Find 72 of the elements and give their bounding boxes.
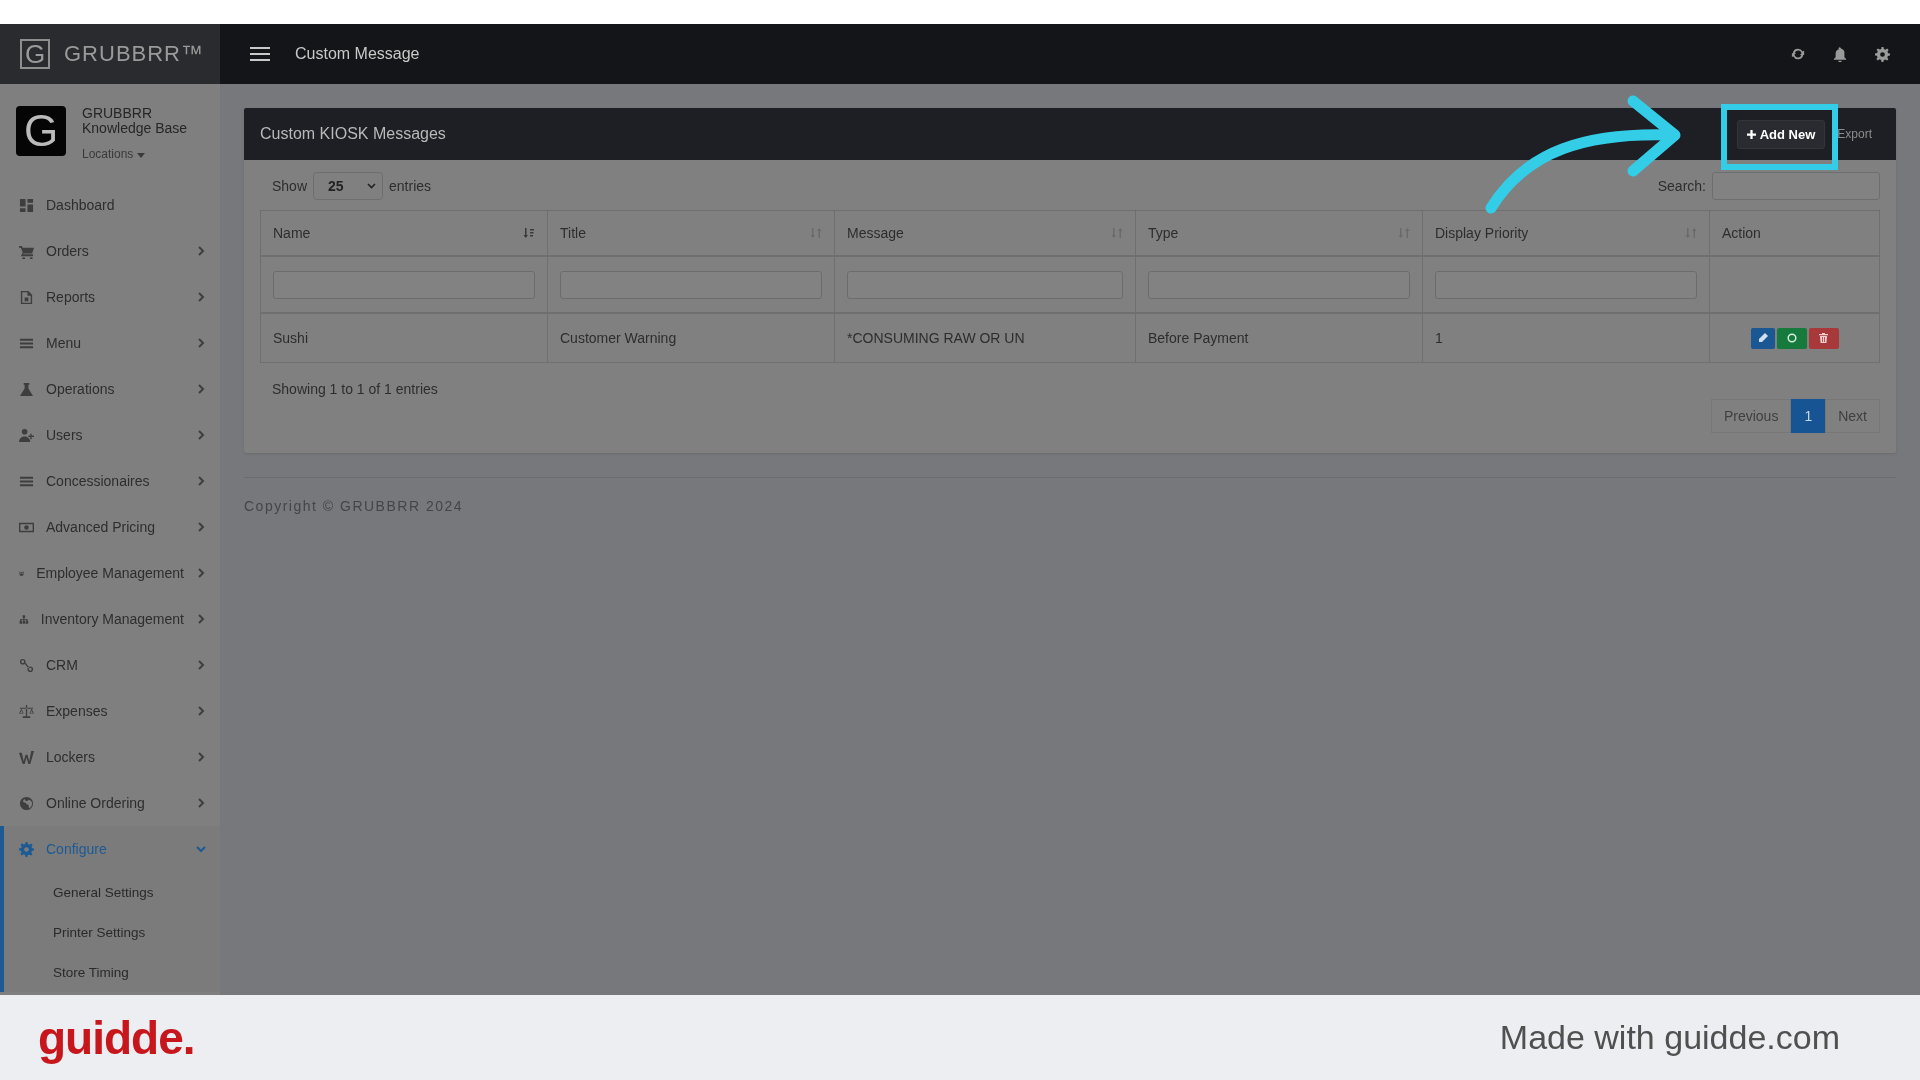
account-subtitle: Knowledge Base — [82, 121, 188, 136]
chevron-icon — [367, 183, 377, 189]
table-cell: 1 — [1422, 313, 1710, 363]
plus-icon — [1746, 129, 1756, 139]
sort-icon[interactable] — [523, 227, 535, 239]
refresh-icon[interactable] — [1791, 47, 1805, 61]
globe-icon — [19, 795, 34, 811]
sidebar-item[interactable]: Advanced Pricing — [0, 504, 220, 550]
column-header[interactable]: Title — [547, 210, 835, 256]
sidebar-item[interactable]: Users — [0, 412, 220, 458]
gear-icon — [19, 841, 34, 857]
show-label: Show — [272, 178, 308, 194]
delete-button[interactable] — [1808, 327, 1839, 349]
circle-icon — [1786, 333, 1797, 343]
pagination-button[interactable]: Previous — [1710, 399, 1792, 433]
search-label: Search: — [1657, 178, 1706, 194]
sidebar-item[interactable]: Orders — [0, 228, 220, 274]
document-icon — [19, 289, 34, 305]
dashboard-icon — [19, 197, 34, 213]
menu-icon[interactable] — [250, 47, 270, 61]
locker-icon — [19, 749, 34, 765]
export-link[interactable]: Export — [1837, 127, 1872, 141]
page-size-select[interactable]: 25 — [313, 172, 384, 200]
submenu-item[interactable]: Store Timing — [0, 952, 220, 992]
pagination-button[interactable]: Next — [1825, 399, 1880, 433]
toggle-button[interactable] — [1776, 327, 1807, 349]
brand-logo: G — [20, 39, 50, 69]
submenu-item[interactable]: General Settings — [0, 872, 220, 912]
settings-icon[interactable] — [1875, 46, 1890, 62]
table-cell: Sushi — [260, 313, 548, 363]
sidebar-item[interactable]: Menu — [0, 320, 220, 366]
sidebar-item[interactable]: Concessionaires — [0, 458, 220, 504]
table-cell: Customer Warning — [547, 313, 835, 363]
sidebar-item[interactable]: Reports — [0, 274, 220, 320]
sidebar-item[interactable]: Employee Management — [0, 550, 220, 596]
submenu-item[interactable]: Printer Settings — [0, 912, 220, 952]
cart-icon — [19, 243, 34, 259]
sidebar-item[interactable]: Dashboard — [0, 182, 220, 228]
sidebar-item[interactable]: Online Ordering — [0, 780, 220, 826]
pencil-icon — [1757, 333, 1768, 343]
brand-name: GRUBBRR™ — [64, 41, 204, 67]
bell-icon[interactable] — [1833, 46, 1847, 62]
sidebar-item[interactable]: Expenses — [0, 688, 220, 734]
sidebar-item[interactable]: Lockers — [0, 734, 220, 780]
flask-icon — [19, 381, 34, 397]
column-header[interactable]: Type — [1135, 210, 1423, 256]
sidebar-item[interactable]: CRM — [0, 642, 220, 688]
column-header[interactable]: Action — [1709, 210, 1880, 256]
link-icon — [19, 657, 34, 673]
caret-icon — [136, 153, 145, 158]
pagination-button[interactable]: 1 — [1791, 399, 1826, 433]
entries-label: entries — [389, 178, 432, 194]
user-add-icon — [19, 427, 34, 443]
table-cell: *CONSUMING RAW OR UN — [834, 313, 1136, 363]
account-name: GRUBBRR — [82, 106, 153, 121]
column-header[interactable]: Name — [260, 210, 548, 256]
edit-button[interactable] — [1750, 327, 1775, 349]
panel-title: Custom KIOSK Messages — [260, 125, 446, 143]
guidde-logo: guidde. — [38, 1010, 195, 1065]
page-title: Custom Message — [295, 45, 420, 63]
scale-icon — [19, 703, 34, 719]
column-header[interactable]: Message — [834, 210, 1136, 256]
footer-tagline: Made with guidde.com — [1499, 1018, 1840, 1057]
table-info: Showing 1 to 1 of 1 entries — [271, 380, 439, 397]
column-header[interactable]: Display Priority — [1422, 210, 1710, 256]
table-cell: Before Payment — [1135, 313, 1423, 363]
locations-dropdown[interactable]: Locations — [82, 147, 188, 162]
sidebar-item[interactable]: Operations — [0, 366, 220, 412]
trash-icon — [1819, 333, 1828, 343]
add-new-button[interactable]: Add New — [1736, 119, 1826, 149]
sidebar-item[interactable]: Inventory Management — [0, 596, 220, 642]
avatar-logo: G — [16, 106, 66, 156]
